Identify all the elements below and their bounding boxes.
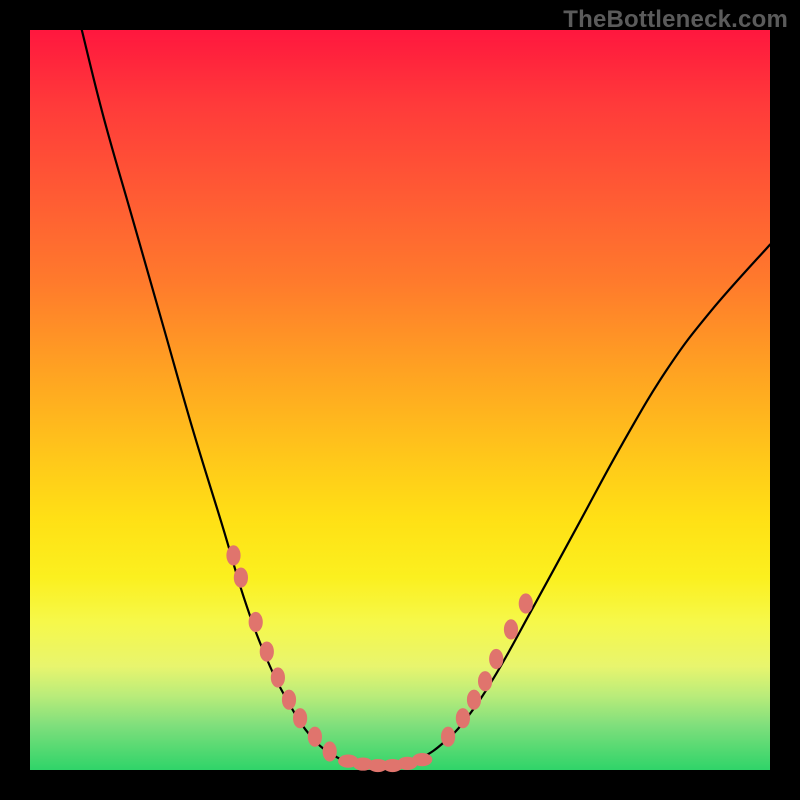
plot-area <box>30 30 770 770</box>
marker-left <box>294 709 307 728</box>
marker-right <box>442 727 455 746</box>
marker-right <box>490 650 503 669</box>
marker-left <box>234 568 247 587</box>
marker-group <box>227 546 532 772</box>
watermark-text: TheBottleneck.com <box>563 6 788 34</box>
bottleneck-curve <box>82 30 770 766</box>
marker-left <box>249 613 262 632</box>
marker-left <box>323 742 336 761</box>
marker-right <box>505 620 518 639</box>
marker-left <box>308 727 321 746</box>
marker-bottom <box>413 754 432 766</box>
marker-right <box>519 594 532 613</box>
marker-right <box>479 672 492 691</box>
marker-left <box>227 546 240 565</box>
marker-right <box>468 690 481 709</box>
marker-right <box>456 709 469 728</box>
chart-svg <box>30 30 770 770</box>
marker-left <box>271 668 284 687</box>
chart-frame: TheBottleneck.com <box>0 0 800 800</box>
marker-left <box>260 642 273 661</box>
marker-left <box>283 690 296 709</box>
